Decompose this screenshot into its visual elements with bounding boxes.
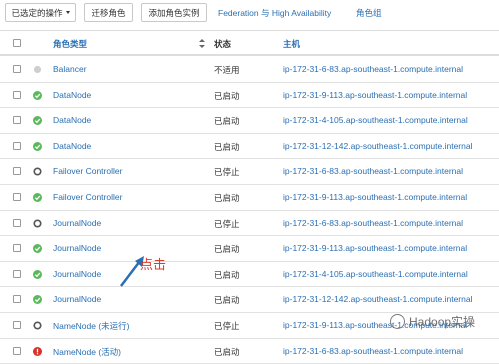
sort-icon[interactable]	[199, 39, 205, 49]
table-row: DataNode 已启动 ip-172-31-4-105.ap-southeast-…	[0, 108, 499, 134]
table-row: NameNode (活动) 已启动 ip-172-31-6-83.ap-southe…	[0, 339, 499, 364]
chevron-down-icon	[65, 11, 70, 14]
toolbar: 已选定的操作 迁移角色 添加角色实例 Federation 与 High Ava…	[0, 0, 499, 28]
row-checkbox[interactable]	[13, 141, 21, 150]
role-groups-link[interactable]: 角色组	[356, 3, 382, 22]
role-link[interactable]: NameNode (活动)	[53, 346, 121, 358]
host-link[interactable]: ip-172-31-4-105.ap-southeast-1.compute.i…	[283, 269, 468, 279]
row-checkbox[interactable]	[13, 244, 21, 253]
green-check-icon	[33, 90, 42, 100]
role-link[interactable]: DataNode	[53, 141, 91, 151]
table-row: DataNode 已启动 ip-172-31-12-142.ap-southeast…	[0, 134, 499, 160]
role-state: 已启动	[214, 269, 240, 280]
table-row: JournalNode 已启动 ip-172-31-12-142.ap-southe…	[0, 287, 499, 313]
green-check-icon	[33, 116, 42, 126]
table-row: JournalNode 已启动 ip-172-31-4-105.ap-southea…	[0, 262, 499, 288]
role-link[interactable]: NameNode (未运行)	[53, 320, 130, 332]
host-link[interactable]: ip-172-31-6-83.ap-southeast-1.compute.in…	[283, 218, 463, 228]
role-state: 已停止	[214, 218, 240, 229]
watermark-logo-icon	[390, 314, 405, 329]
role-state: 已启动	[214, 116, 240, 127]
header-role-type[interactable]: 角色类型	[53, 38, 87, 50]
role-state: 已启动	[214, 295, 240, 306]
row-checkbox[interactable]	[13, 346, 21, 355]
row-checkbox[interactable]	[13, 269, 21, 278]
watermark: Hadoop实操	[390, 313, 475, 330]
green-check-icon	[33, 193, 42, 202]
role-state: 已启动	[214, 346, 240, 357]
host-link[interactable]: ip-172-31-12-142.ap-southeast-1.compute.…	[283, 141, 472, 151]
table-row: JournalNode 已启动 ip-172-31-9-113.ap-southea…	[0, 236, 499, 262]
role-state: 已启动	[214, 244, 240, 255]
table-row: Balancer 不适用 ip-172-31-6-83.ap-southeast-1…	[0, 57, 499, 83]
role-state: 已停止	[214, 321, 240, 331]
role-link[interactable]: DataNode	[53, 115, 91, 125]
federation-ha-link[interactable]: Federation 与 High Availability	[218, 3, 331, 22]
red-alert-icon	[33, 346, 42, 356]
add-role-instance-button[interactable]: 添加角色实例	[141, 3, 207, 22]
row-checkbox[interactable]	[13, 65, 21, 73]
header-status[interactable]: 状态	[214, 38, 231, 50]
row-checkbox[interactable]	[13, 295, 21, 304]
stopped-circle-icon	[33, 219, 42, 228]
role-link[interactable]: JournalNode	[53, 294, 101, 304]
row-checkbox[interactable]	[13, 218, 21, 227]
table-row: JournalNode 已停止 ip-172-31-6-83.ap-southeas…	[0, 211, 499, 237]
host-link[interactable]: ip-172-31-6-83.ap-southeast-1.compute.in…	[283, 166, 463, 176]
add-role-instance-label: 添加角色实例	[148, 7, 200, 18]
row-checkbox[interactable]	[13, 193, 21, 201]
green-check-icon	[33, 295, 42, 305]
role-link[interactable]: JournalNode	[53, 218, 101, 228]
role-link[interactable]: Failover Controller	[53, 192, 122, 202]
table-header: 角色类型 状态 主机	[0, 30, 499, 56]
host-link[interactable]: ip-172-31-4-105.ap-southeast-1.compute.i…	[283, 115, 468, 125]
host-link[interactable]: ip-172-31-12-142.ap-southeast-1.compute.…	[283, 294, 472, 304]
host-link[interactable]: ip-172-31-6-83.ap-southeast-1.compute.in…	[283, 64, 463, 74]
host-link[interactable]: ip-172-31-9-113.ap-southeast-1.compute.i…	[283, 192, 467, 202]
role-link[interactable]: Failover Controller	[53, 166, 122, 176]
grey-dot-icon	[33, 65, 42, 74]
role-link[interactable]: JournalNode	[53, 269, 101, 279]
role-link[interactable]: JournalNode	[53, 243, 101, 253]
annotation-label: 点击	[140, 258, 167, 273]
green-check-icon	[33, 269, 42, 279]
green-check-icon	[33, 141, 42, 151]
host-link[interactable]: ip-172-31-6-83.ap-southeast-1.compute.in…	[283, 346, 463, 356]
green-check-icon	[33, 244, 42, 254]
role-state: 不适用	[214, 65, 240, 75]
table-row: Failover Controller 已启动 ip-172-31-9-113.ap…	[0, 185, 499, 211]
host-link[interactable]: ip-172-31-9-113.ap-southeast-1.compute.i…	[283, 243, 467, 253]
stopped-circle-icon	[33, 167, 42, 176]
watermark-text: Hadoop实操	[409, 315, 476, 329]
row-checkbox[interactable]	[13, 90, 21, 99]
role-link[interactable]: DataNode	[53, 90, 91, 100]
row-checkbox[interactable]	[13, 167, 21, 176]
migrate-roles-button[interactable]: 迁移角色	[84, 3, 133, 22]
host-link[interactable]: ip-172-31-9-113.ap-southeast-1.compute.i…	[283, 90, 467, 100]
role-state: 已启动	[214, 90, 240, 101]
stopped-circle-icon	[33, 321, 42, 330]
row-checkbox[interactable]	[13, 116, 21, 125]
header-host[interactable]: 主机	[283, 38, 300, 50]
selected-actions-label: 已选定的操作	[11, 7, 63, 18]
table-row: DataNode 已启动 ip-172-31-9-113.ap-southeast-…	[0, 83, 499, 109]
row-checkbox[interactable]	[13, 321, 21, 329]
selected-actions-dropdown[interactable]: 已选定的操作	[5, 3, 76, 22]
migrate-roles-label: 迁移角色	[91, 7, 126, 18]
select-all-checkbox[interactable]	[13, 39, 21, 47]
role-state: 已停止	[214, 167, 240, 178]
role-state: 已启动	[214, 141, 240, 152]
role-state: 已启动	[214, 193, 240, 203]
role-link[interactable]: Balancer	[53, 64, 87, 74]
table-row: Failover Controller 已停止 ip-172-31-6-83.ap-…	[0, 159, 499, 185]
